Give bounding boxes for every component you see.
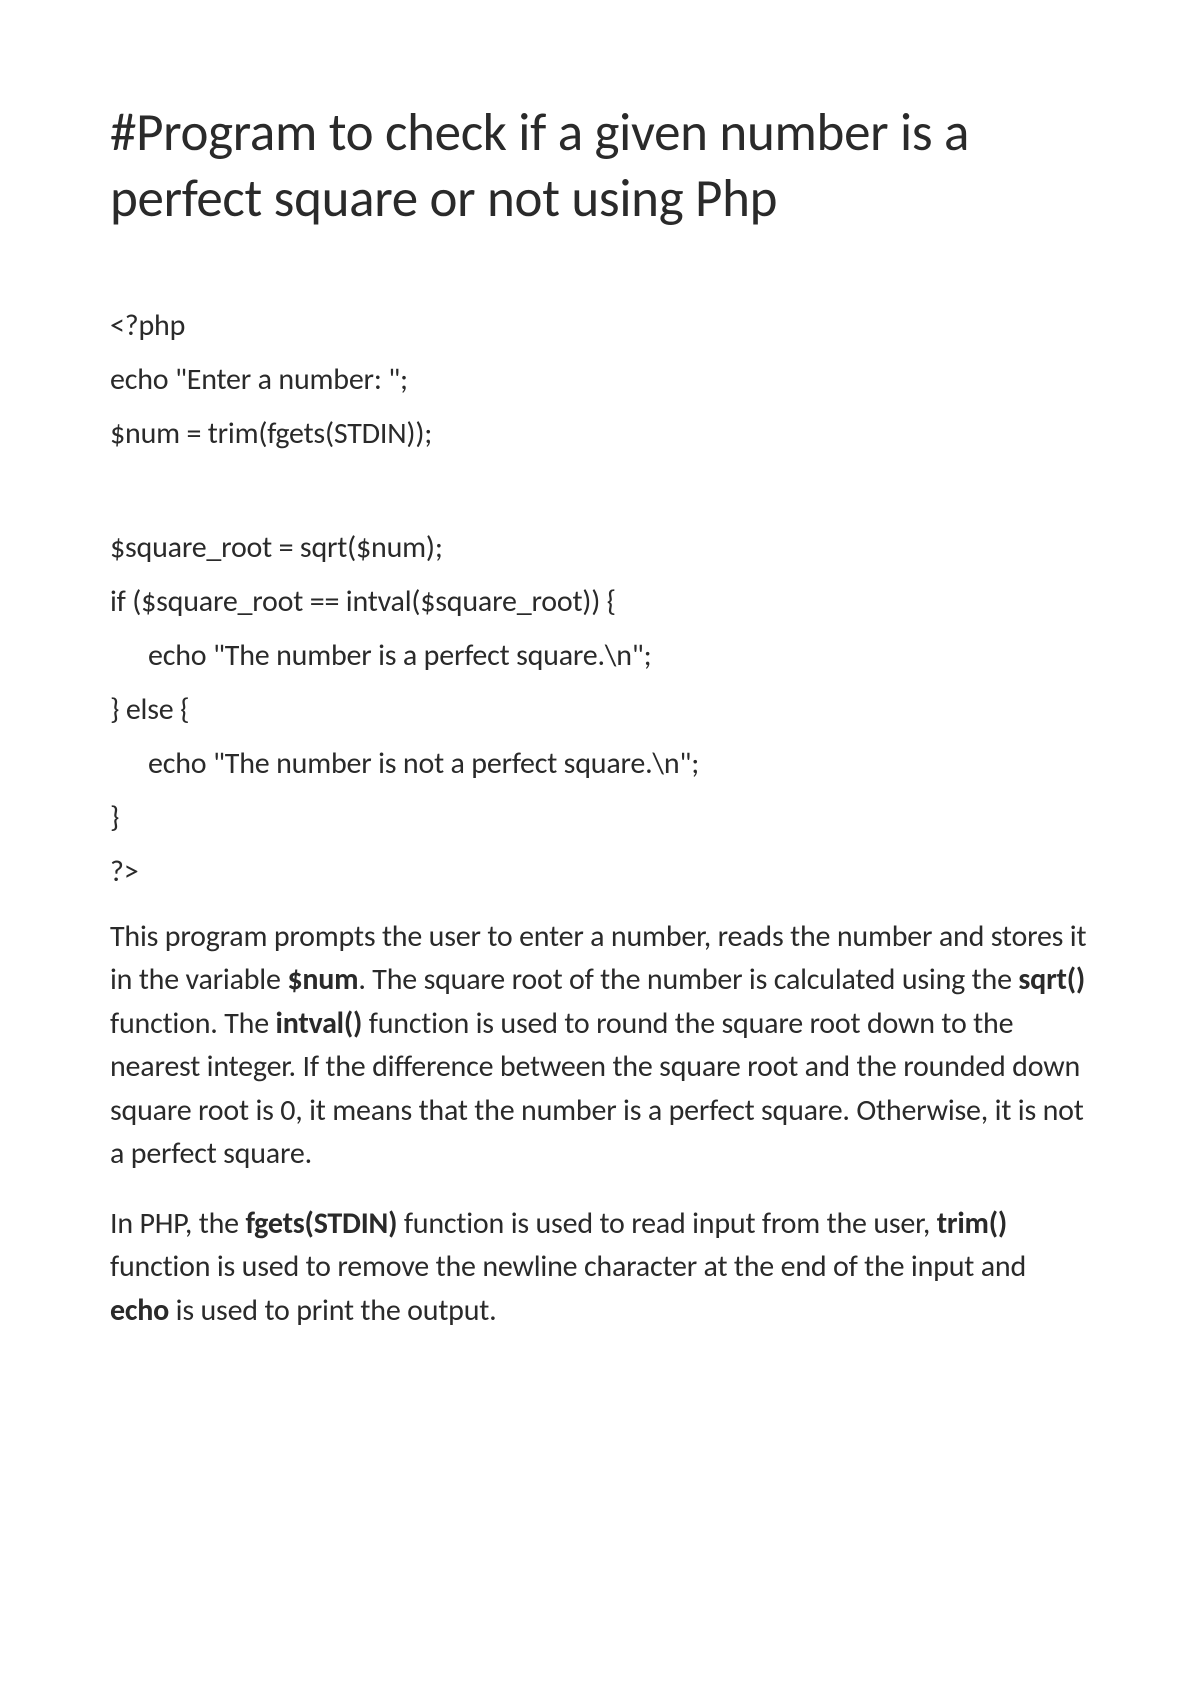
code-line: echo "Enter a number: "; (110, 365, 1090, 395)
code-line: <?php (110, 311, 1090, 341)
code-line: if ($square_root == intval($square_root)… (110, 587, 1090, 617)
code-blank-line (110, 473, 1090, 513)
text: . The square root of the number is calcu… (358, 961, 1018, 998)
text: is used to print the output. (169, 1292, 496, 1329)
bold-text: echo (110, 1292, 169, 1329)
code-line: echo "The number is not a perfect square… (110, 749, 1090, 779)
code-block: <?php echo "Enter a number: "; $num = tr… (110, 311, 1090, 887)
code-line: } (110, 803, 1090, 833)
text: function. The (110, 1005, 276, 1042)
text: function is used to remove the newline c… (110, 1248, 1026, 1285)
bold-text: fgets(STDIN) (245, 1205, 397, 1242)
bold-text: $num (287, 961, 358, 998)
code-line: ?> (110, 857, 1090, 887)
text: In PHP, the (110, 1205, 245, 1242)
explanation-paragraph-2: In PHP, the fgets(STDIN) function is use… (110, 1202, 1090, 1333)
bold-text: trim() (937, 1205, 1007, 1242)
bold-text: intval() (276, 1005, 363, 1042)
bold-text: sqrt() (1018, 961, 1085, 998)
code-line: echo "The number is a perfect square.\n"… (110, 641, 1090, 671)
code-line: $square_root = sqrt($num); (110, 533, 1090, 563)
page-title: #Program to check if a given number is a… (110, 100, 1090, 233)
text: function is used to read input from the … (397, 1205, 936, 1242)
code-line: $num = trim(fgets(STDIN)); (110, 419, 1090, 449)
code-line: } else { (110, 695, 1090, 725)
explanation-paragraph-1: This program prompts the user to enter a… (110, 915, 1090, 1176)
